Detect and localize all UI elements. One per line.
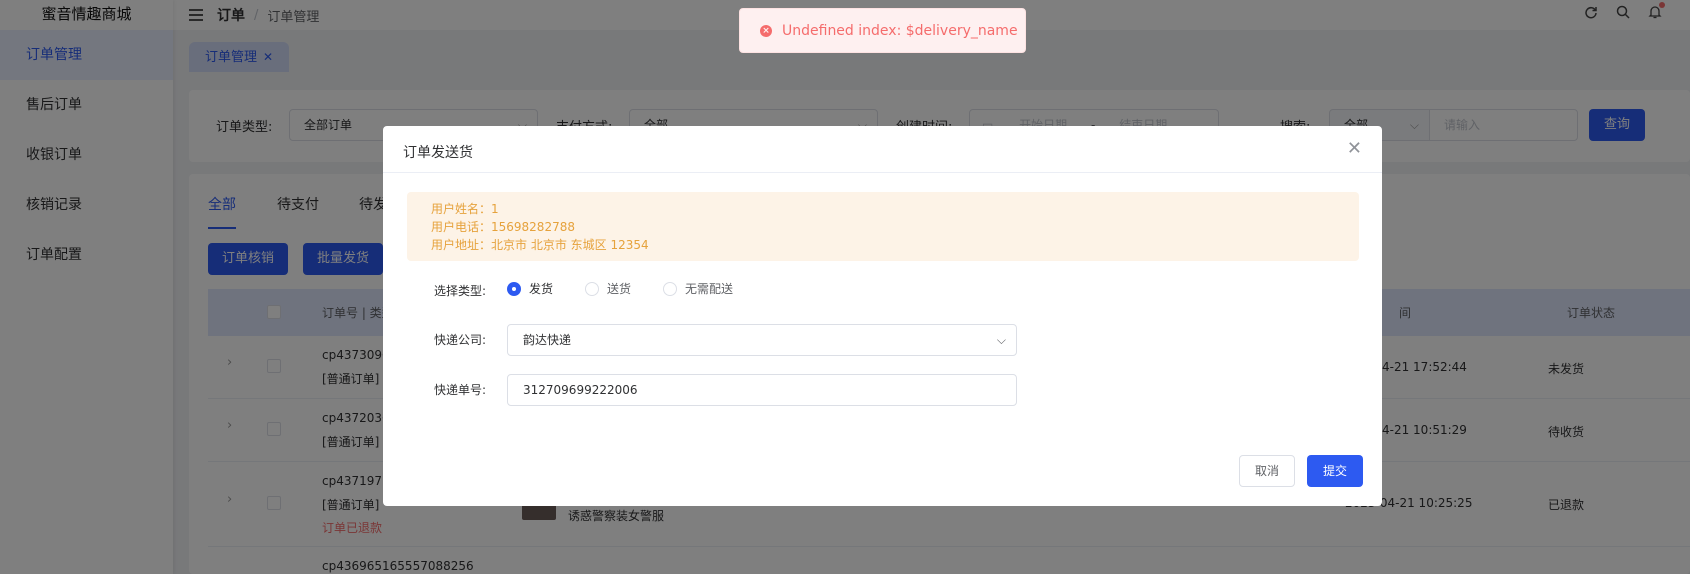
chevron-down-icon: ⌵	[996, 333, 1006, 347]
radio-dot	[585, 281, 599, 296]
radio-label: 发货	[529, 282, 554, 296]
toast-message: Undefined index: $delivery_name	[782, 22, 1018, 39]
user-name: 用户姓名：1	[431, 202, 499, 216]
courier-value: 韵达快递	[523, 333, 572, 347]
courier-select[interactable]: 韵达快递 ⌵	[507, 324, 1017, 356]
courier-label: 快递公司:	[434, 333, 487, 347]
radio-label: 送货	[607, 282, 632, 296]
user-info-alert: 用户姓名：1 用户电话：15698282788 用户地址：北京市 北京市 东城区…	[407, 192, 1359, 261]
type-label: 选择类型:	[434, 284, 487, 298]
submit-button[interactable]: 提交	[1307, 455, 1363, 487]
radio-no-delivery[interactable]: 无需配送	[663, 280, 733, 297]
cancel-button[interactable]: 取消	[1239, 455, 1295, 487]
radio-dot	[663, 281, 677, 296]
dialog-title: 订单发送货	[403, 145, 473, 161]
close-icon[interactable]: ✕	[1347, 138, 1362, 159]
ship-order-dialog: 订单发送货 ✕ 用户姓名：1 用户电话：15698282788 用户地址：北京市…	[383, 126, 1382, 506]
radio-ship[interactable]: 发货	[507, 280, 553, 297]
user-phone: 用户电话：15698282788	[431, 220, 575, 234]
radio-label: 无需配送	[685, 282, 734, 296]
radio-dot	[507, 281, 521, 296]
error-icon: ×	[760, 24, 772, 37]
tracking-number-input[interactable]: 312709699222006	[507, 374, 1017, 406]
radio-deliver[interactable]: 送货	[585, 280, 631, 297]
user-address: 用户地址：北京市 北京市 东城区 12354	[431, 238, 649, 252]
tracking-label: 快递单号:	[434, 383, 487, 397]
dialog-divider	[383, 172, 1382, 173]
error-toast: × Undefined index: $delivery_name	[739, 8, 1026, 53]
